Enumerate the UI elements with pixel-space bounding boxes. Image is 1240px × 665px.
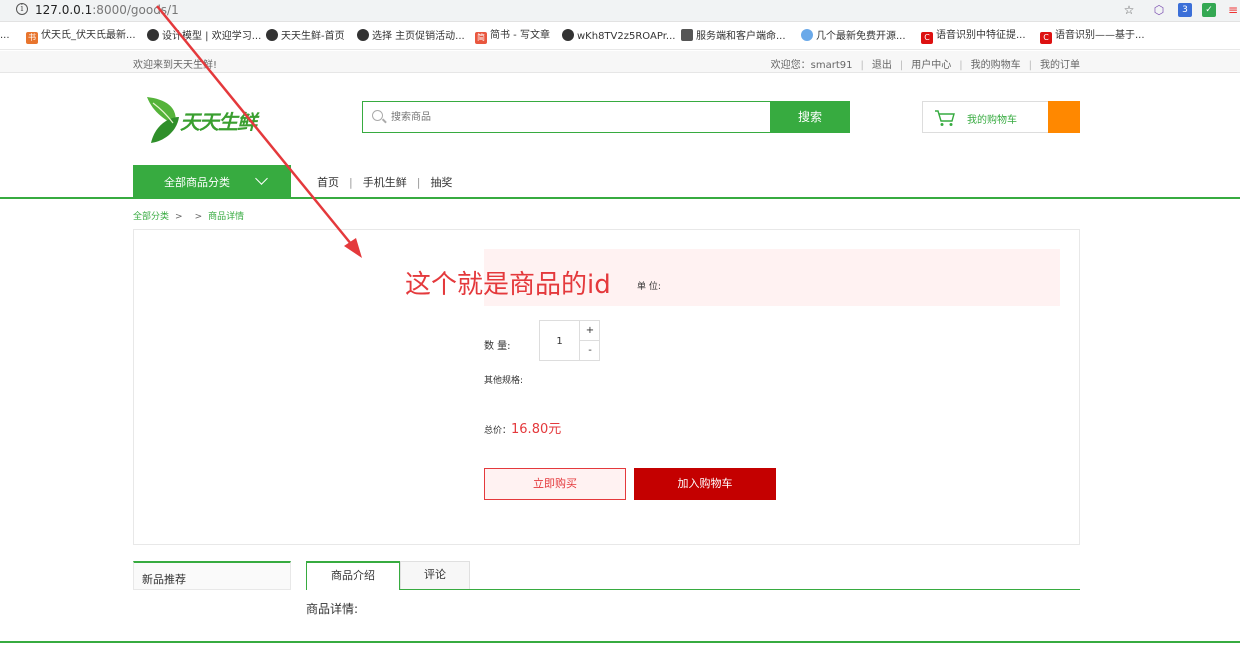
- csdn-icon: C: [921, 32, 933, 44]
- other-spec-label: 其他规格:: [484, 376, 524, 386]
- quantity-label: 数 量:: [484, 341, 511, 352]
- buy-now-button[interactable]: 立即购买: [484, 468, 626, 500]
- logout-link[interactable]: 退出: [872, 56, 892, 71]
- unit-label: 单 位:: [637, 282, 661, 292]
- star-icon[interactable]: ☆: [1122, 3, 1136, 17]
- bookmark-item[interactable]: 简简书 - 写文章: [475, 29, 550, 44]
- search-button[interactable]: 搜索: [770, 101, 850, 133]
- product-detail-title: 商品详情:: [306, 602, 359, 616]
- nav-lottery[interactable]: 抽奖: [430, 176, 452, 189]
- my-orders-link[interactable]: 我的订单: [1040, 56, 1080, 71]
- browser-address-bar[interactable]: i 127.0.0.1:8000/goods/1 ☆ ⬡ 3 ✓ ≡: [0, 0, 1240, 22]
- book-open-icon: [681, 29, 693, 41]
- quantity-minus-button[interactable]: -: [580, 341, 600, 360]
- main-nav: 首页 | 手机生鲜 | 抽奖: [317, 176, 453, 189]
- bookmark-item[interactable]: wKh8TV2z5ROAPr...: [562, 29, 675, 43]
- add-to-cart-button[interactable]: 加入购物车: [634, 468, 776, 500]
- bookmarks-bar: ... 书伏天氏_伏天氏最新... 设计模型 | 欢迎学习... 天天生鲜-首页…: [0, 22, 1240, 50]
- quantity-value[interactable]: 1: [540, 321, 580, 360]
- chevron-down-icon: [255, 172, 268, 185]
- user-links: 欢迎您：smart91 | 退出 | 用户中心 | 我的购物车 | 我的订单: [771, 56, 1080, 71]
- nav-mobile-fresh[interactable]: 手机生鲜: [363, 176, 407, 189]
- bookmark-item[interactable]: C 语音识别——基于...: [1040, 29, 1145, 44]
- new-recommend-panel: 新品推荐: [133, 561, 291, 598]
- annotation-text: 这个就是商品的id: [405, 270, 611, 300]
- search-box: [362, 101, 772, 133]
- total-price: 总价：16.80元: [484, 418, 561, 437]
- nav-divider: [0, 197, 1240, 199]
- welcome-text: 欢迎来到天天生鲜!: [133, 60, 218, 71]
- globe-icon: [357, 29, 369, 41]
- bookmark-overflow[interactable]: ...: [0, 29, 10, 43]
- breadcrumb-current: 商品详情: [208, 212, 245, 222]
- csdn-icon: C: [1040, 32, 1052, 44]
- logo-text: 天天生鲜: [180, 110, 257, 134]
- extension-check-icon[interactable]: ✓: [1202, 3, 1216, 17]
- breadcrumb-root[interactable]: 全部分类: [133, 212, 169, 222]
- bookmark-item[interactable]: C 语音识别中特征提...: [921, 29, 1026, 44]
- bookmark-item[interactable]: 选择 主页促销活动...: [357, 29, 465, 43]
- cart-icon: [935, 110, 955, 126]
- jianshu-icon: 简: [475, 32, 487, 44]
- my-cart-link[interactable]: 我的购物车: [971, 56, 1021, 71]
- all-categories-menu[interactable]: 全部商品分类: [133, 165, 291, 198]
- circle-icon: [801, 29, 813, 41]
- total-price-label: 总价：: [484, 426, 512, 436]
- bookmark-item[interactable]: 天天生鲜-首页: [266, 29, 345, 43]
- total-price-value: 16.80元: [511, 422, 562, 437]
- footer-divider: [0, 641, 1240, 643]
- site-info-icon[interactable]: i: [16, 3, 28, 15]
- bookmark-item[interactable]: 几个最新免费开源...: [801, 29, 906, 43]
- search-icon: [372, 110, 383, 121]
- book-icon: 书: [26, 32, 38, 44]
- extension-badge-icon[interactable]: 3: [1178, 3, 1192, 17]
- extension-menu-icon[interactable]: ≡: [1226, 3, 1240, 17]
- globe-icon: [266, 29, 278, 41]
- globe-icon: [147, 29, 159, 41]
- bookmark-item[interactable]: 服务端和客户端命...: [681, 29, 786, 43]
- nav-home[interactable]: 首页: [317, 176, 339, 189]
- all-categories-label: 全部商品分类: [164, 176, 230, 189]
- new-recommend-title: 新品推荐: [142, 573, 186, 586]
- bookmark-item[interactable]: 设计模型 | 欢迎学习...: [147, 29, 261, 43]
- extension-cube-icon[interactable]: ⬡: [1152, 3, 1166, 17]
- quantity-stepper: 1 + -: [539, 320, 600, 361]
- site-top-bar: 欢迎来到天天生鲜! 欢迎您：smart91 | 退出 | 用户中心 | 我的购物车 | 我的订单: [0, 51, 1240, 73]
- user-center-link[interactable]: 用户中心: [911, 56, 951, 71]
- user-greeting: 欢迎您：smart91: [770, 60, 853, 71]
- search-input[interactable]: [391, 109, 751, 125]
- quantity-plus-button[interactable]: +: [580, 321, 600, 341]
- globe-icon: [562, 29, 574, 41]
- url-text[interactable]: 127.0.0.1:8000/goods/1: [35, 3, 179, 17]
- cart-count-badge[interactable]: [1048, 101, 1080, 133]
- tab-product-intro[interactable]: 商品介绍: [306, 561, 400, 590]
- site-logo[interactable]: 天天生鲜: [145, 95, 275, 145]
- tab-divider: [306, 589, 1080, 590]
- tab-comments[interactable]: 评论: [400, 561, 470, 589]
- my-cart-button[interactable]: 我的购物车: [922, 101, 1049, 133]
- my-cart-label: 我的购物车: [967, 115, 1017, 126]
- breadcrumb: 全部分类 > > 商品详情: [133, 212, 245, 222]
- bookmark-item[interactable]: 书伏天氏_伏天氏最新...: [26, 29, 136, 44]
